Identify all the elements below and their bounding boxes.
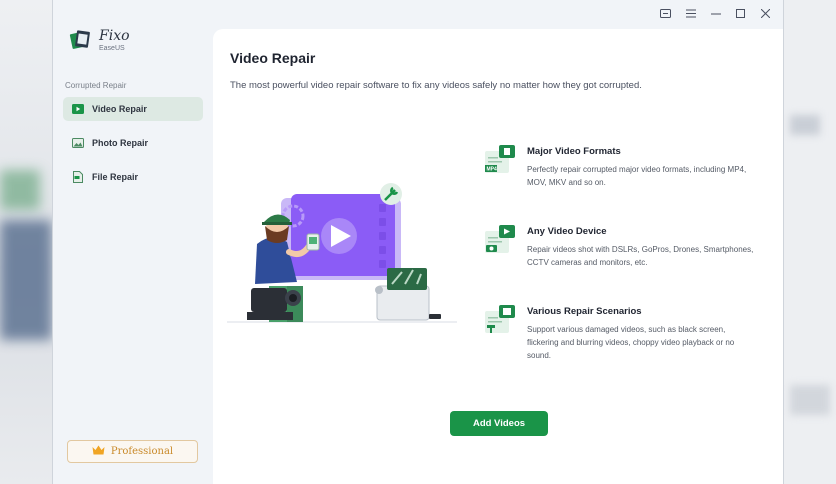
app-logo: Fixo EaseUS bbox=[69, 28, 130, 52]
menu-icon[interactable] bbox=[683, 6, 698, 21]
sidebar-item-label: File Repair bbox=[92, 172, 139, 182]
professional-label: Professional bbox=[110, 446, 174, 457]
feedback-icon[interactable] bbox=[658, 6, 673, 21]
feature-item: MP4 Major Video Formats Perfectly repair… bbox=[483, 143, 773, 223]
video-repair-illustration bbox=[227, 183, 457, 323]
repair-scenarios-icon bbox=[485, 305, 515, 333]
mp4-badge: MP4 bbox=[487, 167, 498, 173]
close-icon[interactable] bbox=[758, 6, 773, 21]
sidebar-nav: Video Repair Photo Repair File Repair bbox=[63, 97, 203, 199]
page-subtitle: The most powerful video repair software … bbox=[230, 80, 642, 91]
feature-title: Various Repair Scenarios bbox=[527, 306, 642, 317]
feature-description: Support various damaged videos, such as … bbox=[527, 325, 735, 360]
feature-description: Repair videos shot with DSLRs, GoPros, D… bbox=[527, 245, 754, 267]
feature-list: MP4 Major Video Formats Perfectly repair… bbox=[483, 143, 773, 383]
feature-item: Any Video Device Repair videos shot with… bbox=[483, 223, 773, 303]
title-bar-controls bbox=[658, 6, 773, 21]
main-panel: Video Repair The most powerful video rep… bbox=[213, 29, 783, 484]
maximize-icon[interactable] bbox=[733, 6, 748, 21]
sidebar-item-video-repair[interactable]: Video Repair bbox=[63, 97, 203, 121]
video-device-icon bbox=[485, 225, 515, 253]
desktop-blur bbox=[0, 170, 40, 210]
desktop-blur bbox=[790, 115, 820, 135]
file-icon bbox=[72, 171, 84, 183]
sidebar-section-label: Corrupted Repair bbox=[65, 81, 127, 90]
professional-button[interactable]: Professional bbox=[67, 440, 198, 463]
desktop-blur bbox=[790, 385, 830, 415]
feature-title: Major Video Formats bbox=[527, 146, 621, 157]
app-vendor: EaseUS bbox=[99, 44, 125, 52]
page-title: Video Repair bbox=[230, 50, 316, 66]
app-name: Fixo bbox=[99, 27, 130, 44]
sidebar-item-file-repair[interactable]: File Repair bbox=[63, 165, 203, 189]
sidebar-item-label: Photo Repair bbox=[92, 138, 149, 148]
photo-icon bbox=[72, 138, 84, 148]
app-window: Fixo EaseUS Corrupted Repair Video Repai… bbox=[52, 0, 784, 484]
sidebar: Fixo EaseUS Corrupted Repair Video Repai… bbox=[53, 0, 213, 484]
fixo-logo-icon bbox=[69, 30, 90, 49]
crown-icon bbox=[92, 445, 105, 458]
sidebar-item-label: Video Repair bbox=[92, 104, 147, 114]
feature-item: Various Repair Scenarios Support various… bbox=[483, 303, 773, 383]
video-icon bbox=[72, 104, 84, 114]
minimize-icon[interactable] bbox=[708, 6, 723, 21]
add-videos-button[interactable]: Add Videos bbox=[450, 411, 548, 436]
desktop-blur bbox=[0, 220, 52, 340]
feature-title: Any Video Device bbox=[527, 226, 607, 237]
feature-description: Perfectly repair corrupted major video f… bbox=[527, 165, 747, 187]
sidebar-item-photo-repair[interactable]: Photo Repair bbox=[63, 131, 203, 155]
video-formats-icon: MP4 bbox=[485, 145, 515, 173]
